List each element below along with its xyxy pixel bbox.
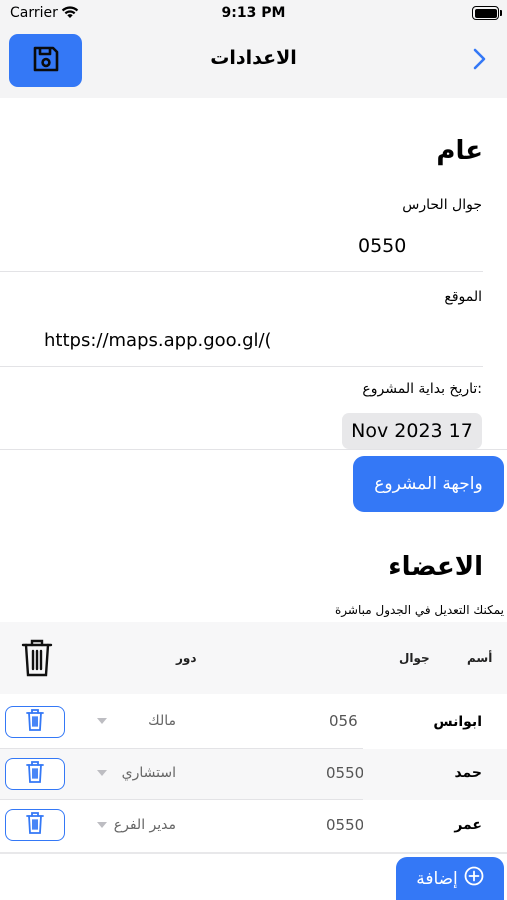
trash-icon: [25, 811, 45, 839]
phone-cell[interactable]: 0550: [326, 816, 363, 834]
start-date-label: تاريخ بداية المشروع:: [362, 381, 482, 397]
location-label: الموقع: [444, 289, 482, 305]
name-cell[interactable]: ابوانس: [380, 714, 482, 730]
separator: [0, 366, 483, 367]
column-header-phone: جوال: [399, 651, 430, 665]
battery-tip: [500, 10, 502, 16]
status-time: 9:13 PM: [221, 5, 286, 21]
project-interface-label: واجهة المشروع: [374, 474, 483, 494]
trash-icon: [25, 760, 45, 788]
column-header-name: أسم: [467, 651, 493, 665]
chevron-down-icon[interactable]: [97, 770, 107, 776]
table-bottom-border: [0, 852, 507, 854]
phone-cell[interactable]: 0550: [326, 764, 363, 782]
general-section-title: عام: [436, 136, 483, 166]
phone-cell[interactable]: 056: [329, 712, 363, 730]
role-cell[interactable]: مدير الفرع: [100, 817, 176, 833]
delete-row-button[interactable]: [5, 809, 65, 841]
page-title: الاعدادات: [210, 47, 297, 69]
separator: [0, 449, 507, 450]
name-cell[interactable]: عمر: [380, 817, 482, 833]
trash-icon: [25, 708, 45, 736]
chevron-down-icon[interactable]: [97, 718, 107, 724]
start-date-picker[interactable]: Nov 2023 17: [342, 413, 482, 449]
column-header-role: دور: [176, 651, 197, 665]
plus-circle-icon: [464, 866, 484, 891]
add-member-button[interactable]: إضافة: [396, 857, 504, 900]
members-hint: يمكنك التعديل في الجدول مباشرة: [335, 603, 504, 617]
guard-phone-label: جوال الحارس: [402, 197, 482, 213]
role-cell[interactable]: استشاري: [108, 765, 176, 781]
trash-icon: [20, 639, 54, 682]
guard-phone-value: 0550: [358, 235, 407, 257]
name-cell[interactable]: حمد: [380, 765, 482, 781]
start-date-value: Nov 2023 17: [351, 420, 473, 442]
add-member-label: إضافة: [416, 868, 458, 889]
members-section-title: الاعضاء: [388, 552, 483, 582]
delete-row-button[interactable]: [5, 706, 65, 738]
members-table-header: [0, 622, 507, 694]
location-field[interactable]: https://maps.app.goo.gl/(: [44, 330, 274, 356]
project-interface-button[interactable]: واجهة المشروع: [353, 456, 504, 512]
separator: [0, 271, 483, 272]
delete-all-button[interactable]: [20, 638, 58, 678]
delete-row-button[interactable]: [5, 758, 65, 790]
back-button[interactable]: [468, 48, 492, 74]
role-cell[interactable]: مالك: [110, 713, 176, 729]
chevron-right-icon: [473, 48, 487, 74]
battery-icon: [472, 6, 499, 20]
guard-phone-field[interactable]: 0550: [330, 235, 490, 261]
